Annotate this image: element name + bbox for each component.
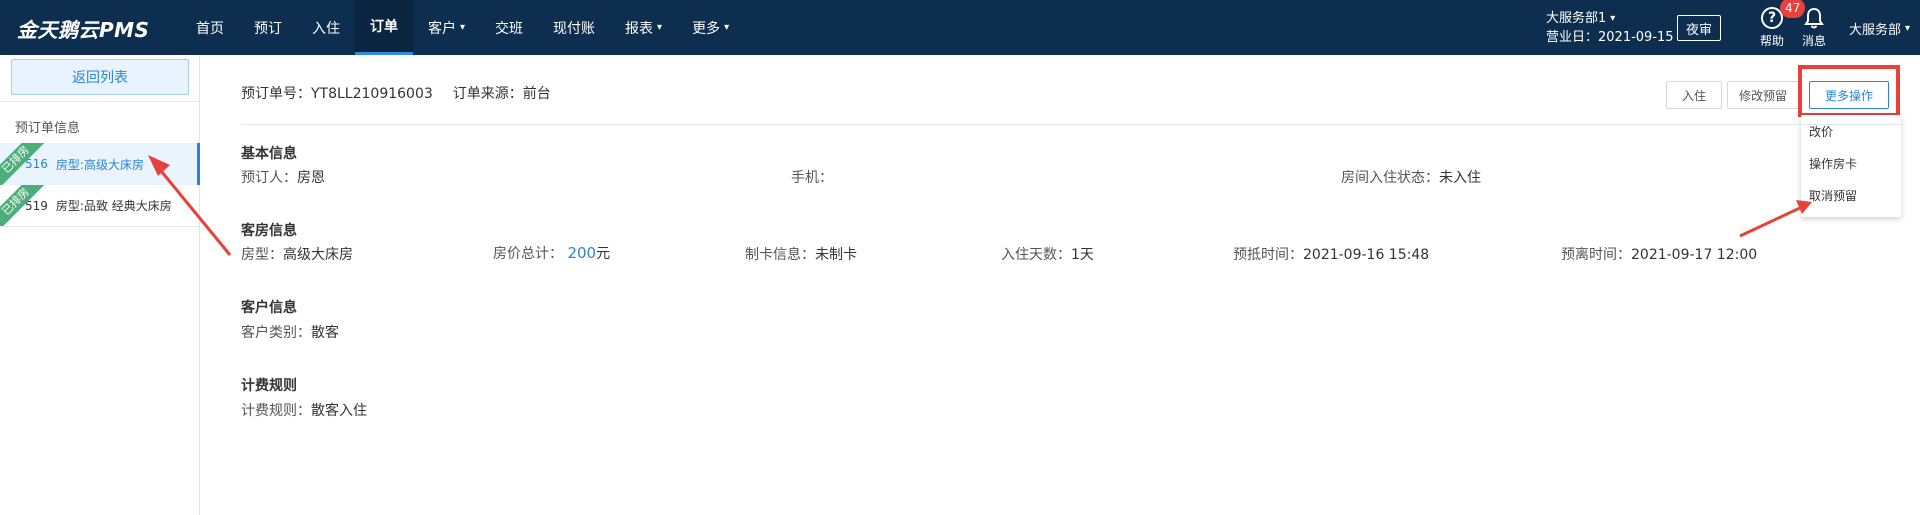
field-label: 预抵时间： xyxy=(1233,247,1303,263)
price-unit: 元 xyxy=(596,246,611,262)
nav-label: 报表 xyxy=(625,20,654,37)
field-label: 制卡信息： xyxy=(745,247,815,263)
highlight-box xyxy=(1798,65,1900,117)
nav-more[interactable]: 更多 ▾ xyxy=(677,0,744,55)
chevron-down-icon: ▾ xyxy=(460,22,466,33)
field-label: 预离时间： xyxy=(1561,247,1631,263)
departure-time-value: 2021-09-17 12:00 xyxy=(1631,247,1758,263)
room-item-519[interactable]: 已排房 519 房型:品致 经典大床房 xyxy=(0,185,200,227)
menu-item-cancel-reservation[interactable]: 取消预留 xyxy=(1801,179,1901,211)
stay-days-value: 1天 xyxy=(1071,247,1094,263)
room-info-title: 客房信息 xyxy=(241,223,297,239)
chevron-down-icon: ▾ xyxy=(1610,13,1616,24)
nav-orders[interactable]: 订单 xyxy=(355,0,413,55)
field-label: 客户类别： xyxy=(241,325,311,341)
messages-count-badge: 47 xyxy=(1780,0,1806,18)
chevron-down-icon: ▾ xyxy=(1905,23,1911,34)
sidebar-section-title: 预订单信息 xyxy=(15,121,81,136)
room-item-516[interactable]: 已排房 516 房型:高级大床房 xyxy=(0,143,200,185)
billing-rule-title: 计费规则 xyxy=(241,378,297,394)
field-label: 入住天数： xyxy=(1001,247,1071,263)
department-name: 大服务部1 xyxy=(1546,11,1607,26)
field-label: 房价总计： xyxy=(493,246,563,262)
divider xyxy=(0,101,200,102)
nav-label: 客户 xyxy=(428,20,456,37)
booker-field: 预订人：房恩 xyxy=(241,167,325,187)
department-switcher[interactable]: 大服务部1 ▾ 营业日：2021-09-15 xyxy=(1546,9,1674,47)
order-source: 订单来源：前台 xyxy=(452,86,551,102)
checkin-button[interactable]: 入住 xyxy=(1666,81,1722,109)
nav-reservation[interactable]: 预订 xyxy=(239,0,297,55)
menu-item-change-price[interactable]: 改价 xyxy=(1801,115,1901,147)
arrival-time-field: 预抵时间：2021-09-16 15:48 xyxy=(1233,244,1429,264)
modify-reservation-button[interactable]: 修改预留 xyxy=(1727,81,1799,109)
nav-home[interactable]: 首页 xyxy=(181,0,239,55)
card-info-value: 未制卡 xyxy=(815,247,857,263)
customer-category-value: 散客 xyxy=(311,325,339,341)
departure-time-field: 预离时间：2021-09-17 12:00 xyxy=(1561,244,1757,264)
field-label: 手机： xyxy=(791,170,833,186)
checkin-status-field: 房间入住状态：未入住 xyxy=(1341,167,1481,187)
order-number: 预订单号：YT8LL210916003 xyxy=(241,86,433,102)
nav-cash-account[interactable]: 现付账 xyxy=(538,0,610,55)
field-label: 房间入住状态： xyxy=(1341,170,1439,186)
bell-icon xyxy=(1803,7,1825,29)
app-logo: 金天鹅云PMS xyxy=(17,18,150,42)
card-info-field: 制卡信息：未制卡 xyxy=(745,244,857,264)
nav-label: 首页 xyxy=(196,20,224,37)
arrival-time-value: 2021-09-16 15:48 xyxy=(1303,247,1430,263)
order-detail: 预订单号：YT8LL210916003 订单来源：前台 入住 修改预留 更多操作… xyxy=(200,55,1920,515)
messages-label: 消息 xyxy=(1801,34,1826,48)
basic-info-title: 基本信息 xyxy=(241,146,297,162)
nav-customers[interactable]: 客户 ▾ xyxy=(413,0,480,55)
phone-field: 手机： xyxy=(791,167,833,187)
nav-label: 入住 xyxy=(312,20,340,37)
user-menu[interactable]: 大服务部 ▾ xyxy=(1849,19,1910,38)
nav-label: 预订 xyxy=(254,20,282,37)
checkin-status-value: 未入住 xyxy=(1439,170,1481,186)
nav-checkin[interactable]: 入住 xyxy=(297,0,355,55)
total-price-field: 房价总计： 200元 xyxy=(493,243,610,263)
business-date: 营业日：2021-09-15 xyxy=(1546,30,1674,45)
back-to-list-button[interactable]: 返回列表 xyxy=(11,59,189,95)
help-label: 帮助 xyxy=(1759,34,1784,48)
customer-category-field: 客户类别：散客 xyxy=(241,322,339,342)
menu-item-room-card[interactable]: 操作房卡 xyxy=(1801,147,1901,179)
stay-days-field: 入住天数：1天 xyxy=(1001,244,1094,264)
room-type: 房型:高级大床房 xyxy=(55,157,144,172)
user-name: 大服务部 xyxy=(1849,23,1902,38)
nav-label: 订单 xyxy=(370,19,398,35)
more-actions-menu: 改价 操作房卡 取消预留 xyxy=(1801,115,1901,217)
room-type-field: 房型：高级大床房 xyxy=(241,244,353,264)
billing-rule-field: 计费规则：散客入住 xyxy=(241,400,367,420)
booker-value: 房恩 xyxy=(297,170,325,186)
room-number: 516 xyxy=(25,157,48,171)
order-header: 预订单号：YT8LL210916003 订单来源：前台 xyxy=(241,83,551,103)
billing-rule-value: 散客入住 xyxy=(311,403,367,419)
nav-label: 更多 xyxy=(692,20,721,37)
field-label: 预订人： xyxy=(241,170,297,186)
main-nav: 首页 预订 入住 订单 客户 ▾ 交班 现付账 报表 ▾ 更多 ▾ xyxy=(181,0,744,55)
field-label: 房型： xyxy=(241,247,283,263)
divider xyxy=(241,124,1901,125)
order-sidebar: 返回列表 预订单信息 已排房 516 房型:高级大床房 已排房 519 房型:品… xyxy=(0,55,200,515)
field-label: 计费规则： xyxy=(241,403,311,419)
room-type-value: 高级大床房 xyxy=(283,247,353,263)
room-type: 房型:品致 经典大床房 xyxy=(55,199,172,213)
nav-shift-handover[interactable]: 交班 xyxy=(480,0,538,55)
nav-label: 现付账 xyxy=(553,20,596,37)
night-audit-button[interactable]: 夜审 xyxy=(1677,15,1721,41)
customer-info-title: 客户信息 xyxy=(241,300,297,316)
chevron-down-icon: ▾ xyxy=(724,22,730,33)
total-price-value: 200 xyxy=(567,244,597,262)
top-navigation-bar: 金天鹅云PMS 首页 预订 入住 订单 客户 ▾ 交班 现付账 报表 ▾ 更多 ▾ 大… xyxy=(0,0,1920,55)
nav-label: 交班 xyxy=(495,20,524,37)
nav-reports[interactable]: 报表 ▾ xyxy=(610,0,677,55)
chevron-down-icon: ▾ xyxy=(657,22,663,33)
